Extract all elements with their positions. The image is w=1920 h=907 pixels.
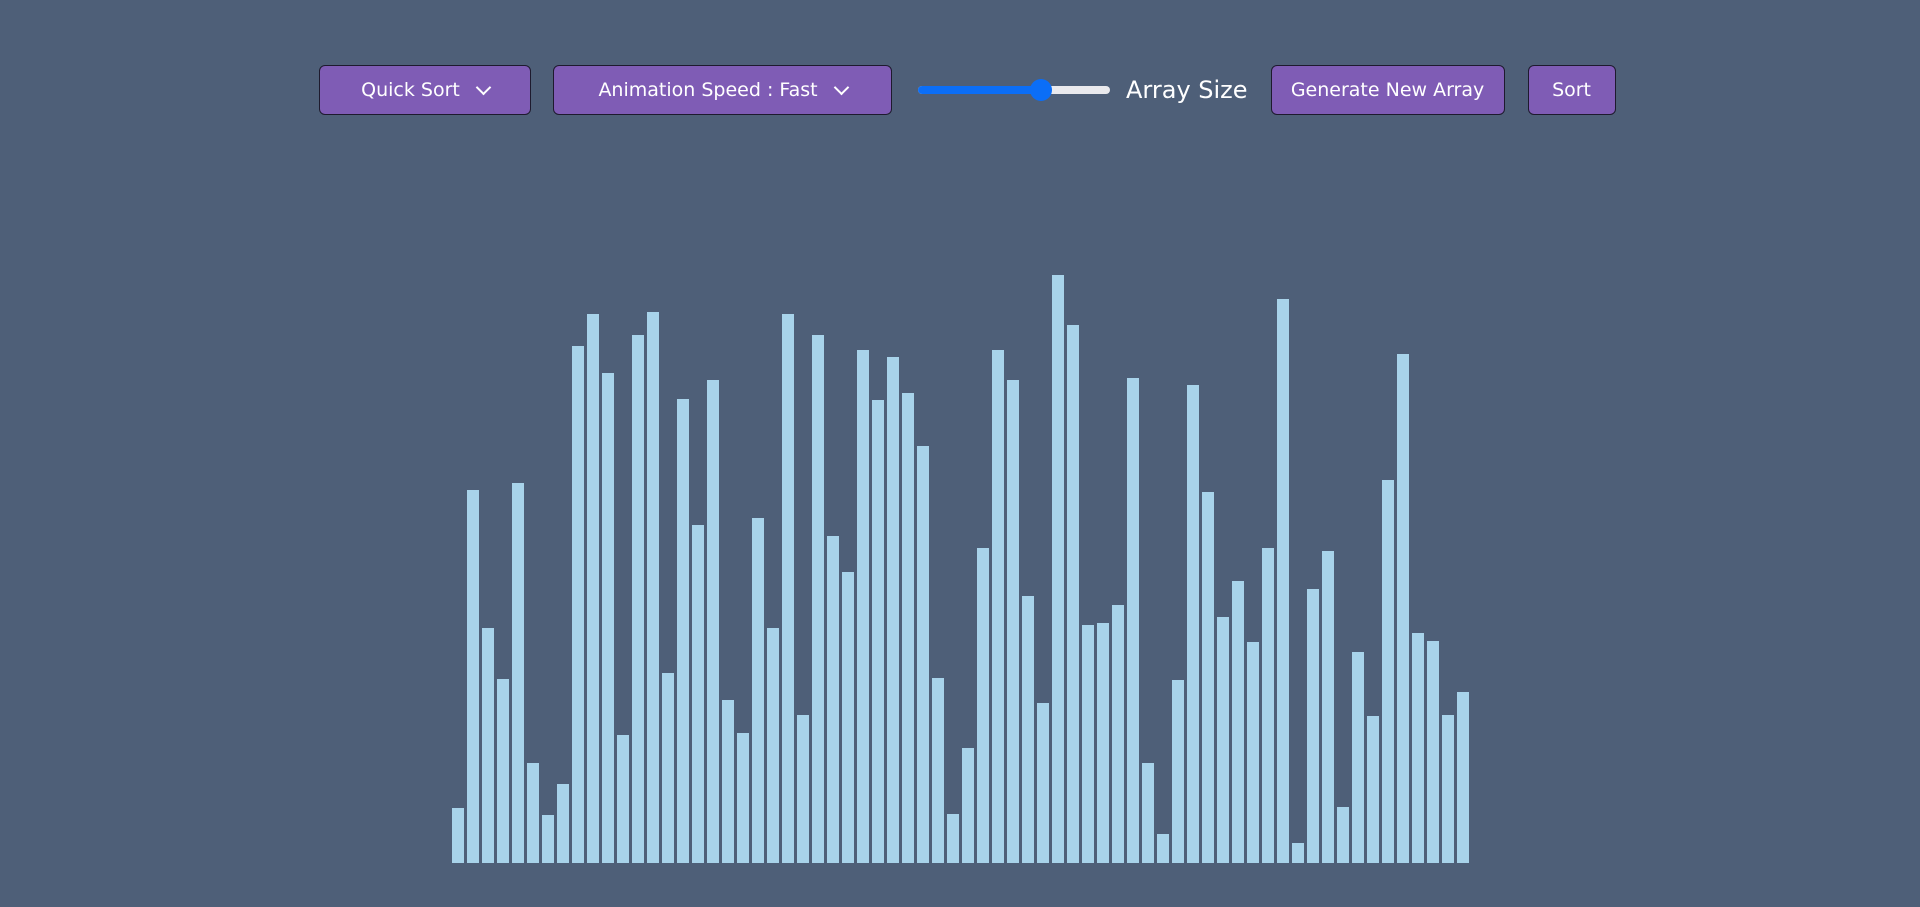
animation-speed-label: Animation Speed : Fast (598, 79, 818, 101)
array-size-slider-fill (918, 86, 1042, 94)
generate-new-array-button[interactable]: Generate New Array (1270, 65, 1505, 115)
array-bar (557, 783, 569, 863)
array-bar (1112, 604, 1124, 863)
array-bar (617, 735, 629, 863)
array-bar (482, 628, 494, 863)
array-bar (1382, 479, 1394, 863)
array-bar (1292, 843, 1304, 863)
array-size-slider[interactable] (918, 78, 1110, 102)
array-bar (467, 489, 479, 863)
array-bar (1337, 806, 1349, 863)
array-bar (842, 571, 854, 863)
array-bar (1262, 548, 1274, 863)
array-bar (1022, 595, 1034, 863)
toolbar: Quick Sort Animation Speed : Fast Array … (319, 65, 1616, 115)
array-bar (1157, 834, 1169, 863)
array-bars-container (452, 200, 1471, 863)
array-bar (737, 733, 749, 863)
chevron-down-icon (475, 79, 492, 95)
array-bar (1397, 354, 1409, 863)
algorithm-dropdown-label: Quick Sort (361, 79, 460, 101)
array-bar (692, 525, 704, 863)
array-bar (1052, 274, 1064, 863)
array-bar (722, 699, 734, 863)
array-bar (887, 357, 899, 863)
array-bar (1142, 763, 1154, 863)
array-bar (917, 446, 929, 863)
array-bar (497, 678, 509, 863)
array-bar (1127, 377, 1139, 863)
animation-speed-dropdown[interactable]: Animation Speed : Fast (553, 65, 892, 115)
array-bar (1412, 633, 1424, 863)
array-bar (1217, 617, 1229, 863)
array-bar (902, 392, 914, 863)
array-bar (1172, 679, 1184, 863)
array-bar (1367, 716, 1379, 863)
array-bar (857, 350, 869, 863)
array-bar (662, 672, 674, 863)
array-bar (1247, 642, 1259, 863)
array-bar (827, 536, 839, 863)
array-bar (1097, 623, 1109, 863)
array-bar (1442, 714, 1454, 863)
array-bar (1082, 625, 1094, 863)
sort-button[interactable]: Sort (1527, 65, 1616, 115)
array-bar (452, 807, 464, 863)
array-bar (947, 813, 959, 863)
array-bar (962, 748, 974, 863)
array-bar (1427, 641, 1439, 863)
array-size-slider-thumb[interactable] (1030, 79, 1053, 101)
array-size-label: Array Size (1126, 76, 1248, 104)
array-bar (1322, 551, 1334, 863)
array-bar (1307, 588, 1319, 863)
sort-button-label: Sort (1552, 79, 1592, 101)
array-bar (647, 311, 659, 863)
array-bar (1277, 298, 1289, 863)
array-bar (1067, 325, 1079, 863)
array-bar (932, 677, 944, 863)
array-bar (812, 335, 824, 863)
chevron-down-icon (833, 79, 849, 95)
array-bar (782, 313, 794, 863)
array-bar (977, 548, 989, 863)
array-bar (1232, 580, 1244, 863)
array-bar (1007, 379, 1019, 863)
array-bar (872, 399, 884, 863)
algorithm-dropdown[interactable]: Quick Sort (319, 65, 531, 115)
array-bar (707, 379, 719, 863)
array-bar (1352, 652, 1364, 863)
array-bar (1202, 491, 1214, 863)
array-bar (1457, 691, 1469, 863)
array-bar (752, 518, 764, 863)
array-bar (767, 628, 779, 863)
array-bar (542, 815, 554, 863)
array-bar (677, 398, 689, 863)
array-bar (512, 482, 524, 863)
array-bar (1037, 702, 1049, 863)
array-bar (527, 763, 539, 863)
array-bar (1187, 384, 1199, 863)
array-bar (587, 313, 599, 863)
array-bar (992, 350, 1004, 863)
array-bar (632, 335, 644, 863)
array-bar (797, 714, 809, 863)
array-bar (572, 346, 584, 863)
array-bar (602, 372, 614, 863)
generate-new-array-label: Generate New Array (1290, 79, 1485, 101)
